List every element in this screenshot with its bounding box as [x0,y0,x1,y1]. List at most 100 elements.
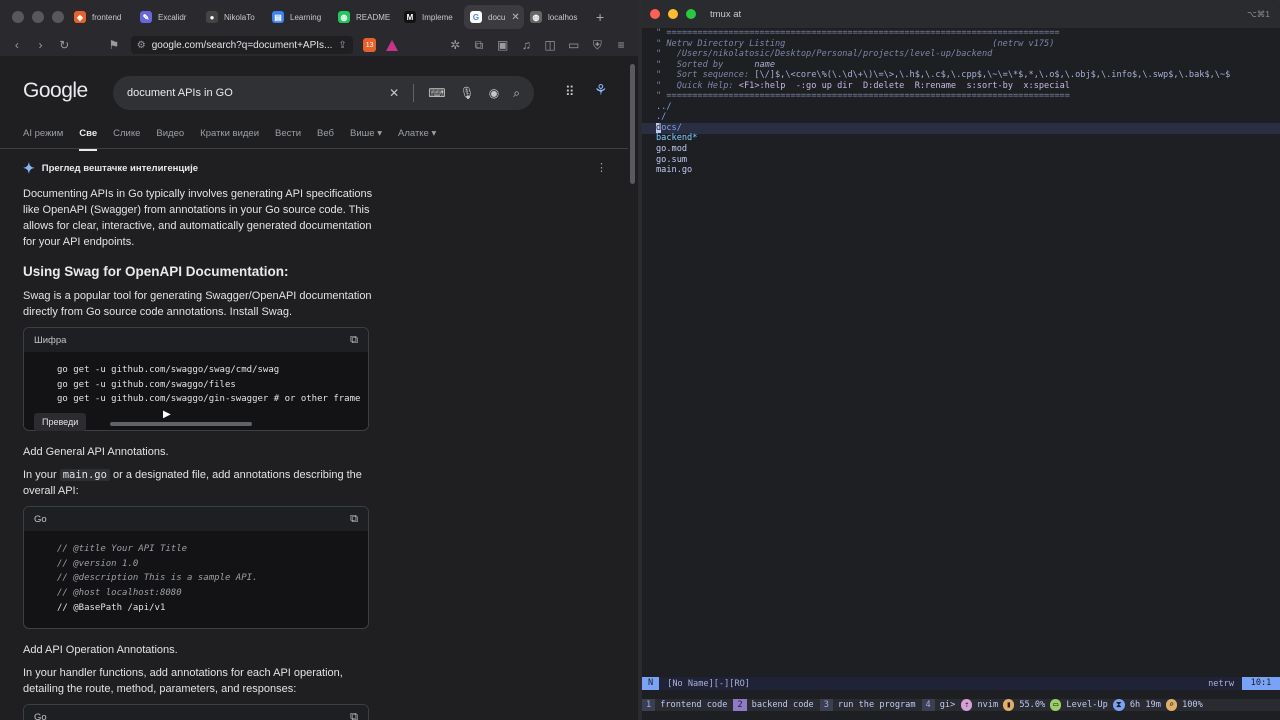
brave-icon: ◈ [74,11,86,23]
tmux-window-current[interactable]: 2 backend code [733,699,814,711]
tmux-battery: 55.0% [1019,700,1046,710]
browser-toolbar: ‹ › ↻ ⚑ ⚙ google.com/search?q=document+A… [0,34,638,56]
netrw-entry[interactable]: backend* [656,133,697,144]
terminal-titlebar: tmux at ⌥⌘1 [642,0,1280,28]
tab-learning[interactable]: ▤ Learning [266,5,332,29]
sidebar-icon[interactable]: ◫ [543,39,557,51]
media-icon[interactable]: ♫ [520,39,534,51]
vertical-scrollbar[interactable] [628,60,638,720]
operation-annotations-title: Add API Operation Annotations. [23,644,178,656]
netrw-path: " /Users/nikolatosic/Desktop/Personal/pr… [656,49,993,59]
code-header: Go ⧉ [24,507,368,531]
zoom-window-button[interactable] [52,11,64,23]
tab-docu[interactable]: Gdocu ✕ [464,5,524,29]
netrw-entry[interactable]: ../ [656,102,672,113]
inline-code: main.go [59,469,110,481]
mouse-cursor-icon: ▶ [163,409,171,420]
minimize-window-button[interactable] [32,11,44,23]
new-tab-button[interactable]: + [590,9,604,25]
address-bar[interactable]: ⚙ google.com/search?q=document+APIs... ⇪ [130,36,353,54]
share-icon[interactable]: ⇪ [338,40,346,51]
medium-icon: M [404,11,416,23]
more-options-icon[interactable]: ⋮ [596,161,607,174]
vim-filename: [No Name][-][RO] [667,678,750,689]
bookmark-icon[interactable]: ⚑ [107,39,121,51]
lens-icon[interactable]: ◉ [489,86,499,100]
google-results-page: Google document APIs in GO ✕ ⌨ 🎙 ◉ ⌕ ⠿ ⚘… [0,60,628,720]
netrw-entry[interactable]: go.mod [656,144,687,155]
code-header: Шифра ⧉ [24,328,368,352]
tab-github[interactable]: ● NikolaTo [200,5,266,29]
microphone-icon[interactable]: 🎙 [460,86,475,100]
close-tab-icon[interactable]: ✕ [511,12,519,23]
ai-intro-text: Documenting APIs in Go typically involve… [23,188,373,248]
vim-statusline: N [No Name][-][RO] netrw 10:1 [642,677,1280,690]
vim-mode: N [642,677,660,690]
netrw-entry[interactable]: main.go [656,165,692,176]
tmux-zoom: 100% [1182,700,1203,710]
site-info-icon[interactable]: ⚙ [137,40,146,51]
menu-icon[interactable]: ≡ [614,39,628,51]
globe-icon: ◍ [338,11,350,23]
zoom-icon: ⌕ [1165,699,1178,711]
copy-code-icon[interactable]: ⧉ [350,513,358,526]
uptime-icon: ⧗ [1112,699,1125,711]
github-icon: ● [206,11,218,23]
code-block-go-2: Go ⧉ [23,704,369,720]
brave-shield-icon[interactable]: 13 [362,38,377,52]
netrw-quick-help: " Quick Help: <F1>:help -:go up dir D:de… [656,81,1070,91]
translate-button[interactable]: Преведи [34,413,87,431]
screenshot-icon[interactable]: ▣ [496,39,510,51]
tmux-window[interactable]: 3 run the program [819,699,916,711]
account-avatar-icon[interactable]: ⚘ [594,81,610,99]
copy-code-icon[interactable]: ⧉ [350,711,358,720]
url-text: google.com/search?q=document+APIs... [151,39,333,51]
zoom-window-button[interactable] [686,9,696,19]
tmux-window[interactable]: 4 gi> [921,699,955,711]
minimize-window-button[interactable] [668,9,678,19]
tmux-statusbar: 1 frontend code 2 backend code 3 run the pr… [642,699,1280,711]
netrw-sort-sequence: " Sort sequence: [\/]$,\<core\%(\.\d\+\)… [656,70,1231,80]
close-window-button[interactable] [650,9,660,19]
general-annotations-title: Add General API Annotations. [23,446,169,458]
tab-readme[interactable]: ◍ README [332,5,398,29]
code-language-label: Go [34,513,47,525]
search-input[interactable]: document APIs in GO ✕ ⌨ 🎙 ◉ ⌕ [113,76,534,110]
clear-search-icon[interactable]: ✕ [389,86,399,100]
vpn-icon[interactable]: ⛨ [591,39,605,51]
netrw-rule: " ======================================… [656,91,1070,101]
code-line: // @BasePath /api/v1 [57,602,166,613]
code-line: // @host localhost:8080 [57,588,182,599]
copy-code-icon[interactable]: ⧉ [350,334,358,347]
tab-strip: ◈ frontend ✎ Excalidr ● NikolaTo ▤ Learning … [68,0,638,34]
scrollbar-thumb[interactable] [110,422,252,426]
doc-icon: ▤ [272,11,284,23]
tab-implement[interactable]: M Impleme [398,5,464,29]
netrw-entry[interactable]: ./ [656,112,666,123]
google-logo[interactable]: Google [23,79,88,103]
battery-icon: ▮ [1003,699,1015,711]
general-annotations-text: In your main.go or a designated file, ad… [23,469,362,497]
search-icon[interactable]: ⌕ [513,86,520,101]
netrw-entry-selected[interactable]: docs/ [656,123,682,134]
window-controls [0,11,68,23]
tab-localhost[interactable]: ◍ localhos [524,5,590,29]
tab-excalidraw[interactable]: ✎ Excalidr [134,5,200,29]
keyboard-icon[interactable]: ⌨ [428,86,445,100]
brave-rewards-icon[interactable] [386,39,399,51]
scrollbar-thumb[interactable] [630,64,635,184]
puzzle-icon[interactable]: ⧉ [472,39,486,51]
netrw-entry[interactable]: go.sum [656,155,687,166]
globe-icon: ◍ [530,11,542,23]
close-window-button[interactable] [12,11,24,23]
extension-icon[interactable]: ✲ [448,39,462,51]
wallet-icon[interactable]: ▭ [567,39,581,51]
back-icon[interactable]: ‹ [10,39,24,51]
tab-frontend[interactable]: ◈ frontend [68,5,134,29]
apps-grid-icon[interactable]: ⠿ [565,84,575,100]
browser-window: ◈ frontend ✎ Excalidr ● NikolaTo ▤ Learning … [0,0,638,720]
code-line: go get -u github.com/swaggo/files [57,379,236,390]
tmux-window[interactable]: 1 frontend code [642,699,727,711]
forward-icon[interactable]: › [34,39,48,51]
reload-icon[interactable]: ↻ [57,39,71,51]
